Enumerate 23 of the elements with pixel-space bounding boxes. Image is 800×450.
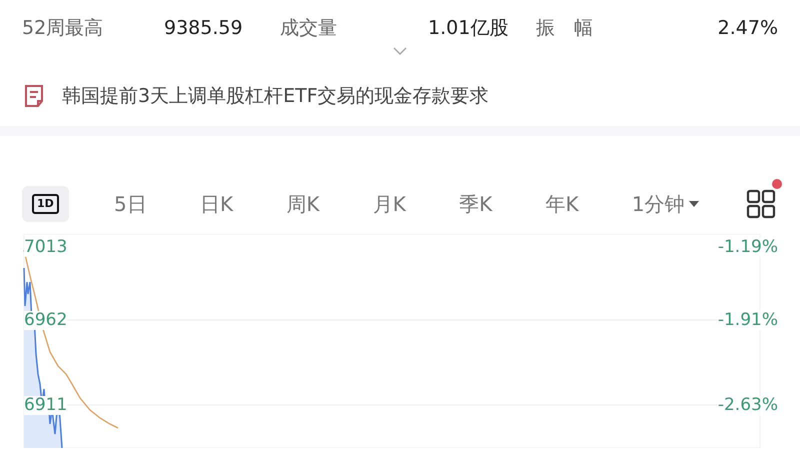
period-tab[interactable]: 年K	[538, 183, 587, 225]
period-tab[interactable]: 月K	[364, 183, 414, 225]
stat-value: 9385.59	[164, 16, 244, 41]
y-axis-label: -1.91%	[718, 311, 778, 330]
grid-icon	[746, 189, 776, 219]
stat-label: 振 幅	[536, 16, 594, 41]
period-tab[interactable]: 季K	[451, 183, 500, 225]
stat-value: 1.01亿股	[428, 16, 510, 41]
stat-label: 成交量	[280, 16, 338, 41]
y-axis-label: 6911	[24, 396, 68, 415]
period-tab[interactable]: 日K	[192, 183, 242, 225]
period-tab[interactable]: 1分钟	[624, 183, 707, 225]
period-tab[interactable]: 5日	[106, 183, 155, 225]
y-axis-label: 6962	[24, 311, 68, 330]
y-axis-label: -2.63%	[718, 396, 778, 415]
period-tab[interactable]: 周K	[278, 183, 328, 225]
stat-value: 2.47%	[718, 16, 778, 41]
caret-down-icon	[688, 201, 699, 207]
y-axis-label: -1.19%	[718, 238, 778, 257]
period-tab[interactable]: 1D	[22, 186, 69, 222]
news-headline[interactable]: 韩国提前3天上调单股杠杆ETF交易的现金存款要求	[62, 82, 489, 110]
y-axis-label: 7013	[24, 238, 68, 257]
stat-label: 52周最高	[22, 16, 104, 41]
